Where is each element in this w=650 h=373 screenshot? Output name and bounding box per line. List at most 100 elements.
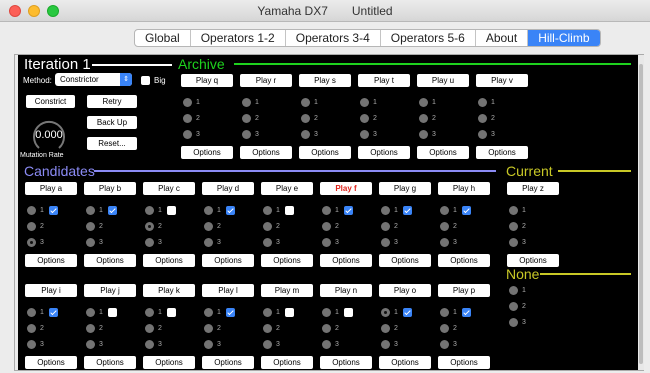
- play-button[interactable]: Play d: [202, 182, 254, 195]
- radio-2[interactable]: [509, 222, 518, 231]
- radio-1[interactable]: [301, 98, 310, 107]
- options-button[interactable]: Options: [438, 254, 490, 267]
- keep-checkbox[interactable]: [226, 206, 235, 215]
- none-radio-2[interactable]: [509, 302, 518, 311]
- play-button[interactable]: Play t: [358, 74, 410, 87]
- method-select[interactable]: Constrictor ⇕: [55, 73, 132, 86]
- play-button[interactable]: Play e: [261, 182, 313, 195]
- play-button[interactable]: Play r: [240, 74, 292, 87]
- play-button[interactable]: Play m: [261, 284, 313, 297]
- play-button[interactable]: Play j: [84, 284, 136, 297]
- tab-3[interactable]: Operators 5-6: [381, 30, 476, 46]
- radio-1[interactable]: [27, 308, 36, 317]
- radio-1[interactable]: [440, 206, 449, 215]
- options-button[interactable]: Options: [476, 146, 528, 159]
- keep-checkbox[interactable]: [167, 206, 176, 215]
- radio-2[interactable]: [86, 222, 95, 231]
- back-up-button[interactable]: Back Up: [87, 116, 137, 129]
- keep-checkbox[interactable]: [285, 206, 294, 215]
- radio-2[interactable]: [263, 222, 272, 231]
- reset-button[interactable]: Reset...: [87, 137, 137, 150]
- tab-1[interactable]: Operators 1-2: [191, 30, 286, 46]
- tab-4[interactable]: About: [476, 30, 529, 46]
- radio-2[interactable]: [440, 222, 449, 231]
- options-button[interactable]: Options: [181, 146, 233, 159]
- options-button[interactable]: Options: [320, 356, 372, 369]
- keep-checkbox[interactable]: [403, 308, 412, 317]
- play-button[interactable]: Play k: [143, 284, 195, 297]
- radio-3[interactable]: [360, 130, 369, 139]
- radio-3[interactable]: [419, 130, 428, 139]
- play-button[interactable]: Play f: [320, 182, 372, 195]
- options-button[interactable]: Options: [299, 146, 351, 159]
- play-button[interactable]: Play g: [379, 182, 431, 195]
- radio-3[interactable]: [204, 238, 213, 247]
- radio-1[interactable]: [242, 98, 251, 107]
- play-button[interactable]: Play c: [143, 182, 195, 195]
- radio-1[interactable]: [263, 308, 272, 317]
- tab-5[interactable]: Hill-Climb: [528, 30, 600, 46]
- keep-checkbox[interactable]: [167, 308, 176, 317]
- radio-3[interactable]: [322, 238, 331, 247]
- options-button[interactable]: Options: [25, 356, 77, 369]
- options-button[interactable]: Options: [240, 146, 292, 159]
- radio-1[interactable]: [27, 206, 36, 215]
- radio-1[interactable]: [478, 98, 487, 107]
- radio-1[interactable]: [322, 206, 331, 215]
- radio-3[interactable]: [145, 340, 154, 349]
- play-button[interactable]: Play l: [202, 284, 254, 297]
- play-button[interactable]: Play v: [476, 74, 528, 87]
- options-button[interactable]: Options: [379, 254, 431, 267]
- radio-3[interactable]: [322, 340, 331, 349]
- play-button[interactable]: Play s: [299, 74, 351, 87]
- options-button[interactable]: Options: [202, 254, 254, 267]
- radio-1[interactable]: [145, 308, 154, 317]
- scrollbar-thumb[interactable]: [639, 64, 643, 364]
- radio-2[interactable]: [145, 222, 154, 231]
- radio-1[interactable]: [145, 206, 154, 215]
- retry-button[interactable]: Retry: [87, 95, 137, 108]
- radio-1[interactable]: [381, 308, 390, 317]
- radio-2[interactable]: [27, 222, 36, 231]
- play-button[interactable]: Play h: [438, 182, 490, 195]
- radio-3[interactable]: [27, 340, 36, 349]
- play-button[interactable]: Play i: [25, 284, 77, 297]
- options-button[interactable]: Options: [25, 254, 77, 267]
- big-checkbox[interactable]: [141, 76, 150, 85]
- options-button[interactable]: Options: [261, 356, 313, 369]
- radio-2[interactable]: [322, 222, 331, 231]
- radio-1[interactable]: [322, 308, 331, 317]
- radio-1[interactable]: [204, 206, 213, 215]
- keep-checkbox[interactable]: [285, 308, 294, 317]
- play-button[interactable]: Play u: [417, 74, 469, 87]
- radio-3[interactable]: [145, 238, 154, 247]
- options-button[interactable]: Options: [143, 356, 195, 369]
- radio-1[interactable]: [509, 206, 518, 215]
- play-button[interactable]: Play n: [320, 284, 372, 297]
- radio-1[interactable]: [440, 308, 449, 317]
- radio-1[interactable]: [86, 206, 95, 215]
- radio-2[interactable]: [360, 114, 369, 123]
- options-button[interactable]: Options: [438, 356, 490, 369]
- play-button[interactable]: Play b: [84, 182, 136, 195]
- play-button[interactable]: Play q: [181, 74, 233, 87]
- tab-2[interactable]: Operators 3-4: [286, 30, 381, 46]
- radio-2[interactable]: [381, 222, 390, 231]
- radio-3[interactable]: [381, 340, 390, 349]
- radio-2[interactable]: [419, 114, 428, 123]
- keep-checkbox[interactable]: [462, 308, 471, 317]
- radio-3[interactable]: [183, 130, 192, 139]
- options-button[interactable]: Options: [84, 356, 136, 369]
- radio-2[interactable]: [263, 324, 272, 333]
- radio-3[interactable]: [478, 130, 487, 139]
- radio-2[interactable]: [322, 324, 331, 333]
- options-button[interactable]: Options: [202, 356, 254, 369]
- radio-2[interactable]: [381, 324, 390, 333]
- keep-checkbox[interactable]: [49, 308, 58, 317]
- radio-1[interactable]: [419, 98, 428, 107]
- radio-1[interactable]: [263, 206, 272, 215]
- options-button[interactable]: Options: [507, 254, 559, 267]
- radio-1[interactable]: [360, 98, 369, 107]
- radio-2[interactable]: [183, 114, 192, 123]
- options-button[interactable]: Options: [143, 254, 195, 267]
